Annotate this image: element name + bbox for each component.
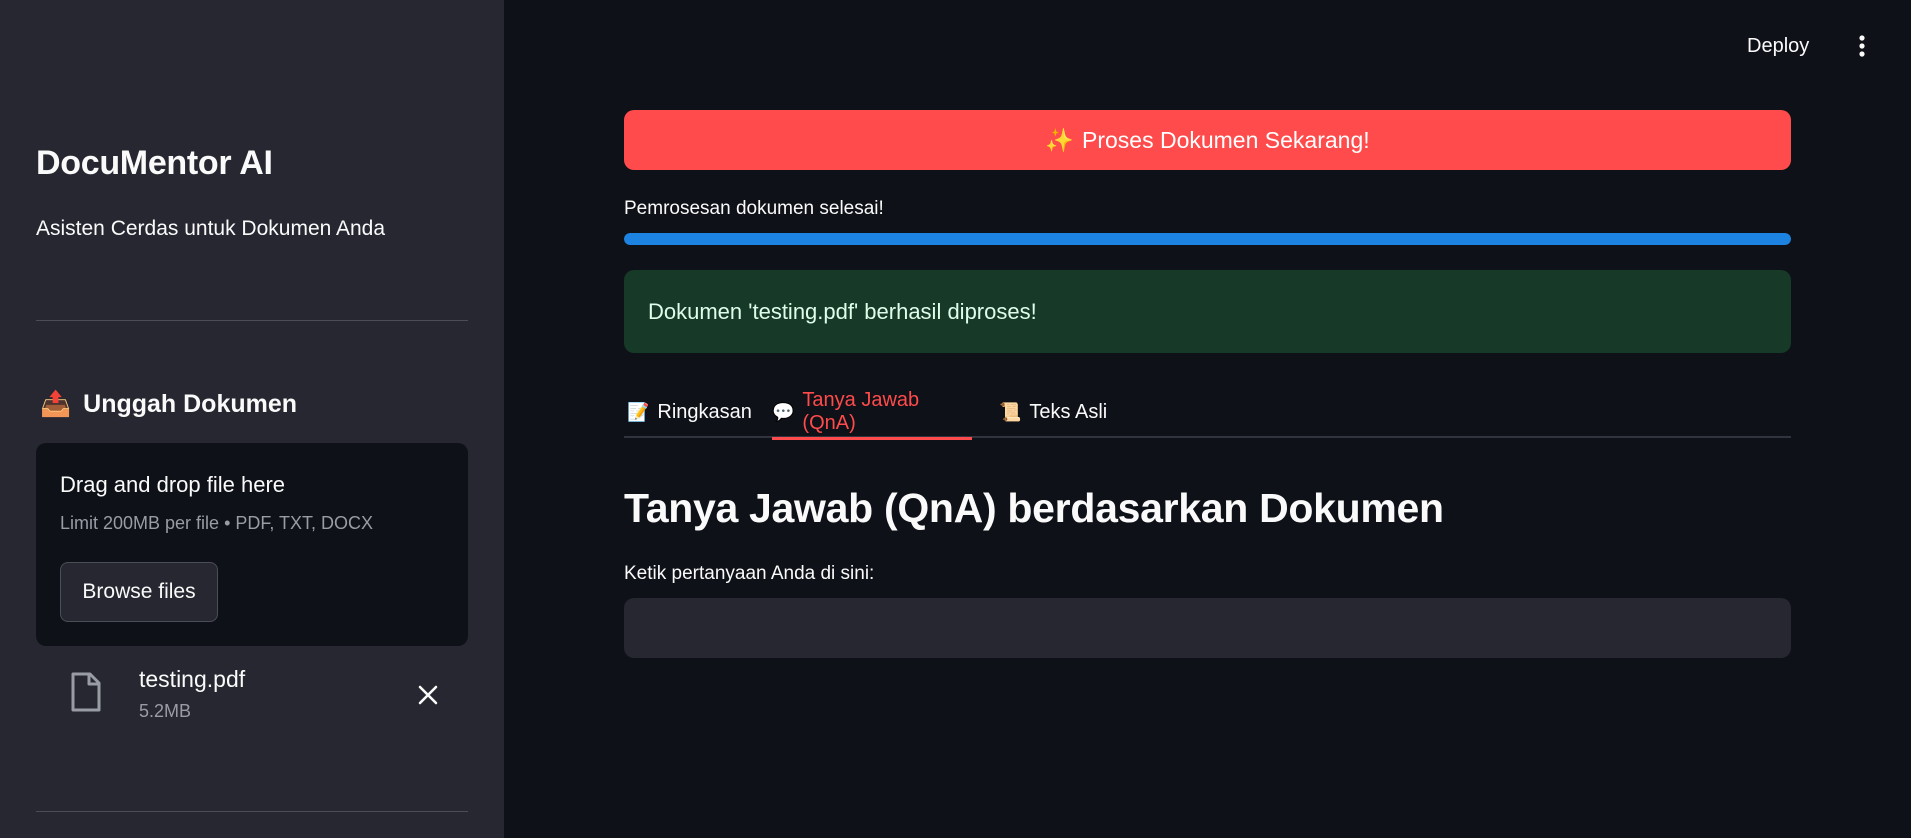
sidebar-divider-bottom [36, 811, 468, 812]
app-root: DocuMentor AI Asisten Cerdas untuk Dokum… [0, 0, 1911, 838]
progress-bar [624, 233, 1791, 245]
speech-balloon-icon: 💬 [772, 401, 795, 423]
dropzone-limit-text: Limit 200MB per file • PDF, TXT, DOCX [60, 513, 374, 533]
memo-icon: 📝 [627, 401, 650, 423]
uploaded-file-size: 5.2MB [139, 701, 192, 721]
question-input-label: Ketik pertanyaan Anda di sini: [624, 563, 875, 584]
progress-bar-fill [624, 233, 1791, 245]
process-document-button[interactable]: ✨ Proses Dokumen Sekarang! [624, 110, 1791, 170]
uploaded-file-item: testing.pdf 5.2MB [36, 656, 468, 736]
uploaded-file-name: testing.pdf [139, 666, 246, 692]
app-subtitle: Asisten Cerdas untuk Dokumen Anda [36, 217, 386, 240]
tab-teks-asli[interactable]: 📜 Teks Asli [999, 386, 1132, 438]
sidebar: DocuMentor AI Asisten Cerdas untuk Dokum… [0, 0, 504, 838]
file-dropzone[interactable]: Drag and drop file here Limit 200MB per … [36, 443, 468, 646]
progress-label: Pemrosesan dokumen selesai! [624, 198, 884, 219]
qna-heading: Tanya Jawab (QnA) berdasarkan Dokumen [624, 485, 1444, 531]
file-icon [70, 672, 102, 712]
tab-bar: 📝 Ringkasan 💬 Tanya Jawab (QnA) 📜 Teks A… [624, 386, 1791, 440]
browse-files-button[interactable]: Browse files [60, 562, 218, 622]
kebab-menu-icon[interactable] [1850, 30, 1874, 62]
tab-ringkasan[interactable]: 📝 Ringkasan [627, 386, 752, 438]
tab-label: Tanya Jawab (QnA) [802, 389, 920, 434]
outbox-tray-icon: 📤 [40, 389, 72, 418]
upload-section-title: Unggah Dokumen [83, 390, 298, 418]
main-content: ✨ Proses Dokumen Sekarang! Pemrosesan do… [624, 0, 1791, 838]
tab-qna[interactable]: 💬 Tanya Jawab (QnA) [772, 386, 972, 440]
tab-label: Teks Asli [1029, 400, 1108, 423]
sidebar-divider-top [36, 320, 468, 321]
process-button-label: Proses Dokumen Sekarang! [1081, 126, 1370, 153]
dropzone-instructions: Drag and drop file here [60, 472, 286, 497]
tab-label: Ringkasan [657, 400, 752, 423]
question-input[interactable] [624, 598, 1791, 658]
close-icon[interactable] [413, 680, 443, 710]
success-message: Dokumen 'testing.pdf' berhasil diproses! [648, 298, 1037, 324]
app-title: DocuMentor AI [36, 144, 273, 182]
scroll-icon: 📜 [999, 401, 1022, 423]
success-alert: Dokumen 'testing.pdf' berhasil diproses! [624, 270, 1791, 353]
sparkles-icon: ✨ [1045, 127, 1074, 154]
upload-section-header: 📤 Unggah Dokumen [40, 387, 297, 421]
